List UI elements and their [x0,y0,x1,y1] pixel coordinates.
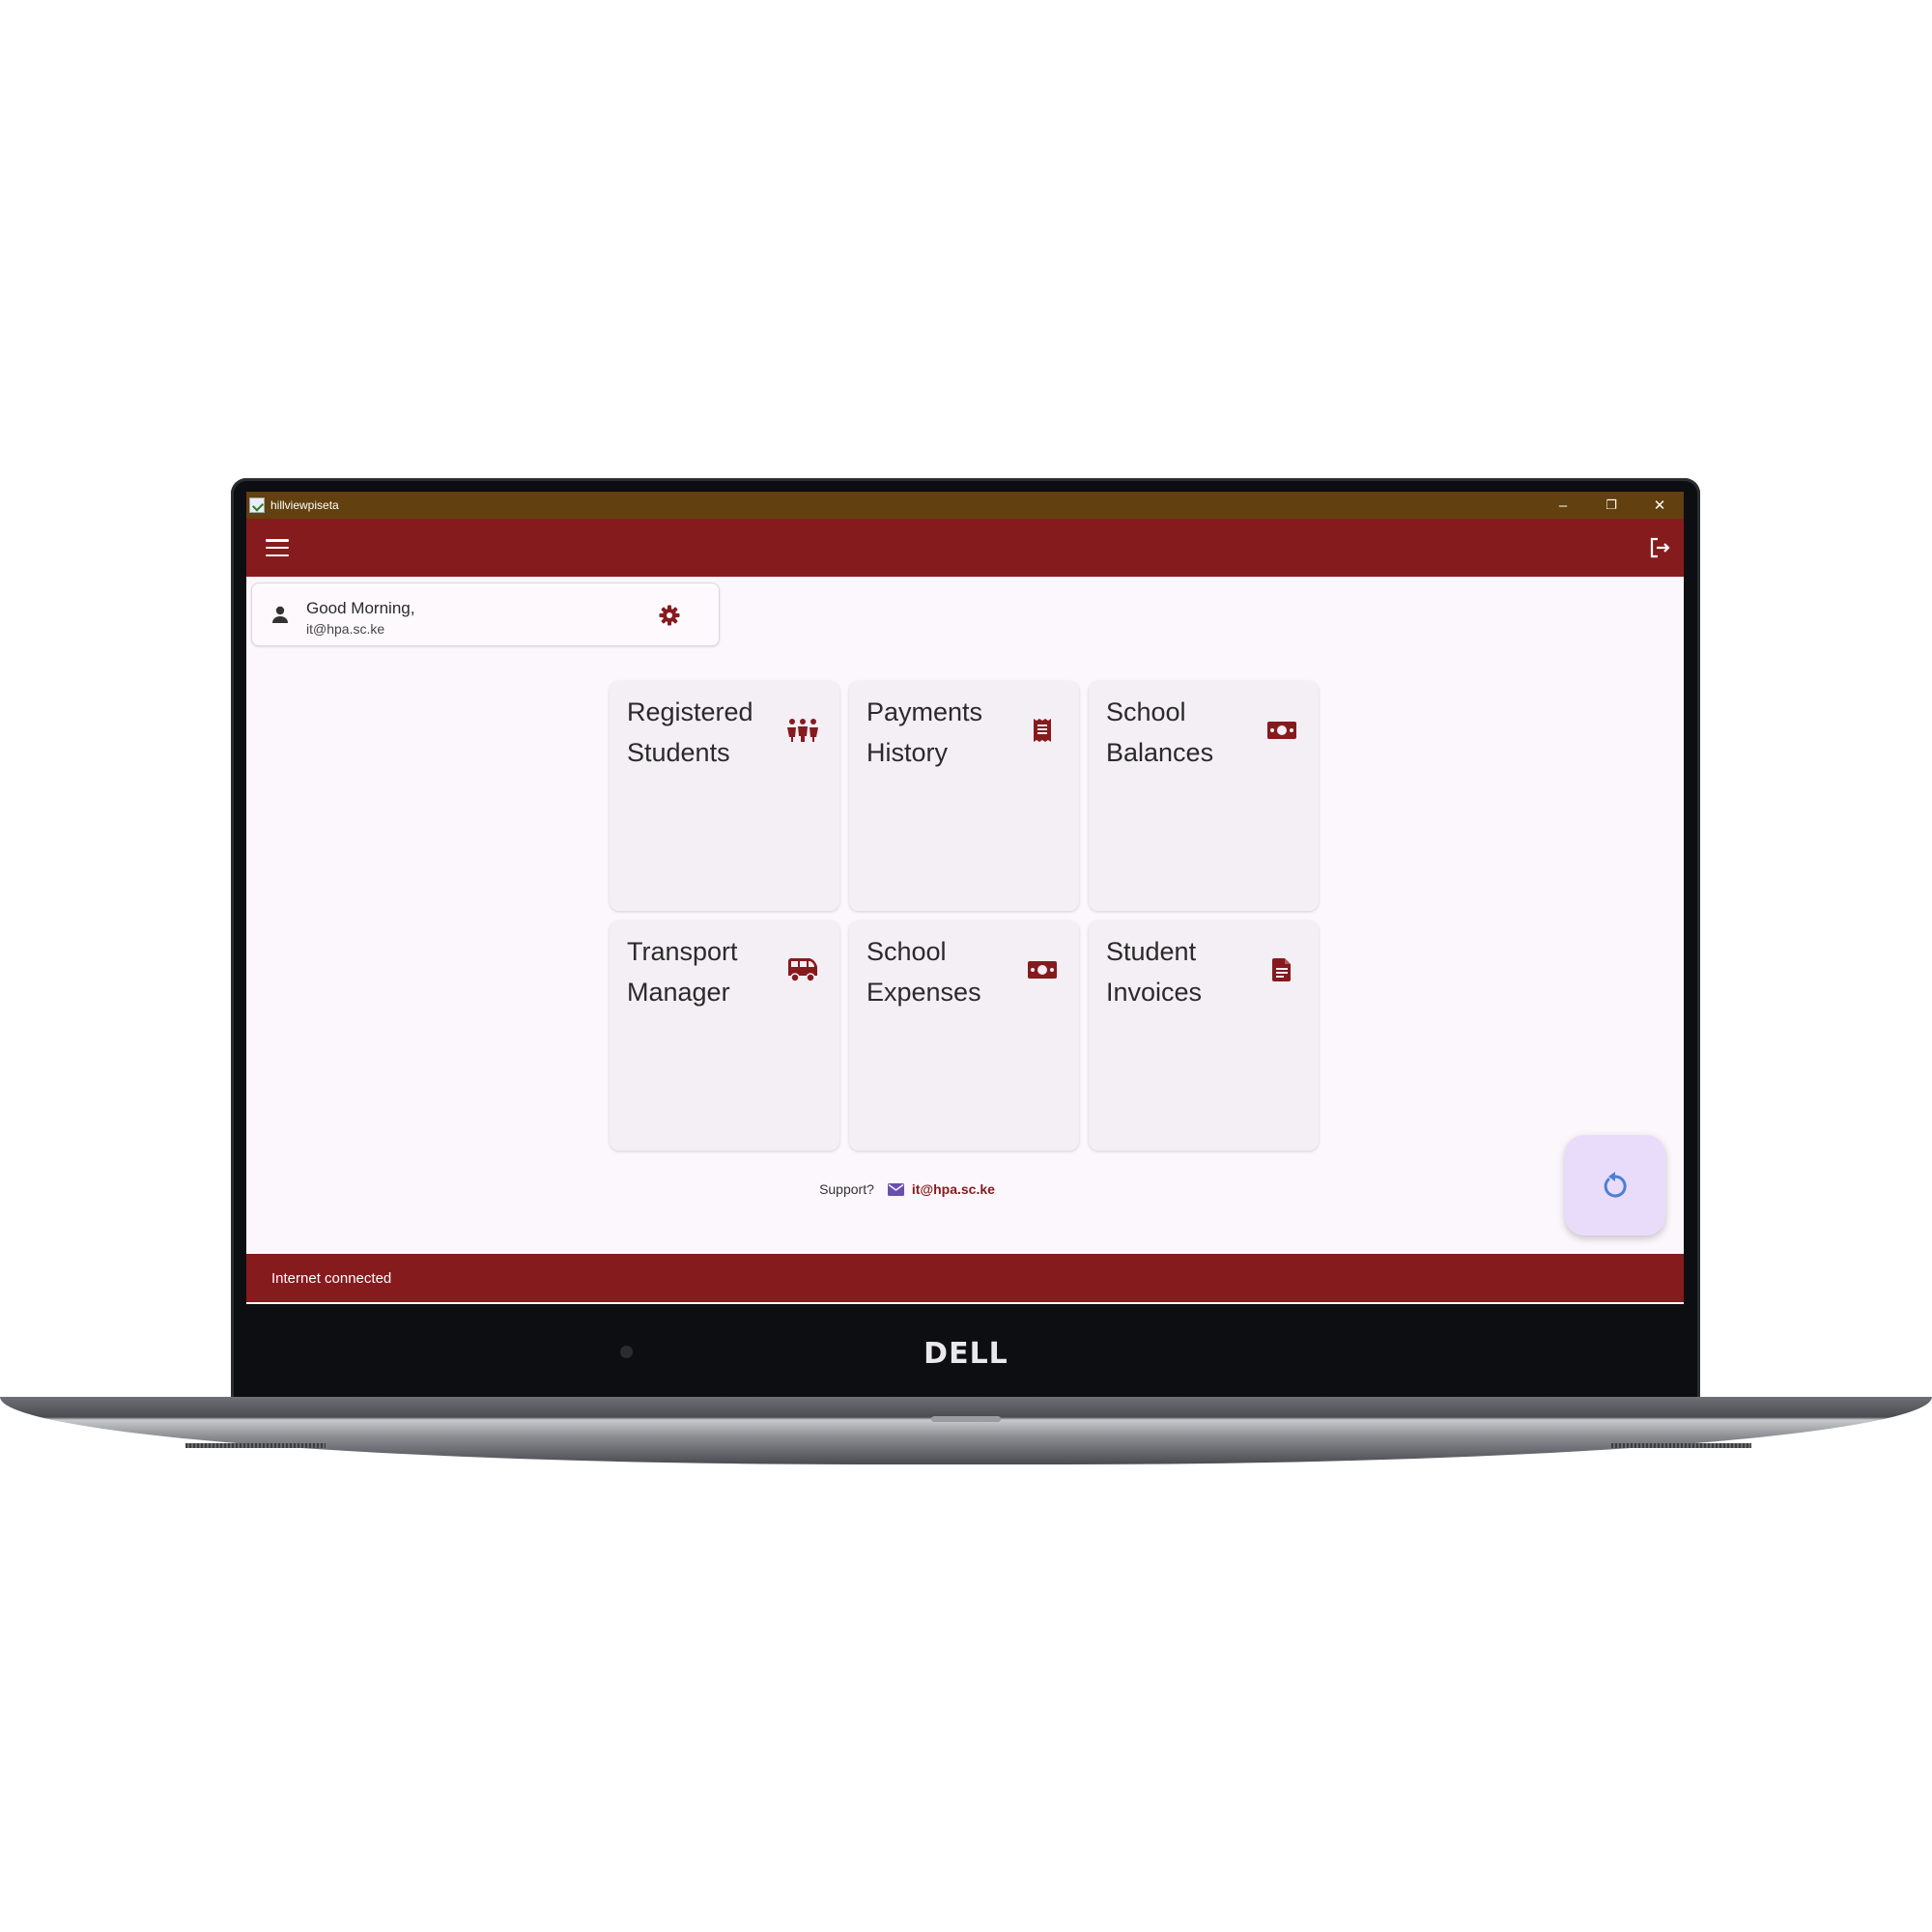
refresh-button[interactable] [1565,1135,1665,1236]
tile-school-expenses[interactable]: School Expenses [849,921,1079,1151]
person-icon [270,605,290,624]
support-email-link[interactable]: it@hpa.sc.ke [912,1181,995,1197]
greeting-message: Good Morning, [306,599,415,617]
app-bar [246,519,1684,577]
support-line: Support? it@hpa.sc.ke [246,1181,1626,1197]
app-icon [249,497,265,513]
money-bill-icon [1264,716,1299,745]
hamburger-menu-icon[interactable] [266,539,289,556]
window-title: hillviewpiseta [270,498,339,512]
speaker-grille-right [1611,1443,1751,1448]
window-titlebar: hillviewpiseta – ❐ ✕ [246,492,1684,519]
receipt-icon [1025,716,1060,745]
gear-icon[interactable] [658,604,681,627]
tile-label: Transport Manager [627,937,738,1007]
laptop-notch [931,1416,1001,1422]
tile-payments-history[interactable]: Payments History [849,681,1079,911]
window-controls: – ❐ ✕ [1539,492,1684,519]
tile-student-invoices[interactable]: Student Invoices [1089,921,1319,1151]
close-button[interactable]: ✕ [1635,492,1684,519]
speaker-grille-left [185,1443,326,1448]
mail-icon [887,1182,904,1196]
webcam [620,1346,633,1358]
tile-label: School Expenses [867,937,981,1007]
refresh-icon [1600,1170,1631,1201]
logout-icon[interactable] [1645,533,1674,562]
user-email: it@hpa.sc.ke [306,621,385,637]
maximize-button[interactable]: ❐ [1587,492,1635,519]
tile-registered-students[interactable]: Registered Students [610,681,839,911]
tile-label: School Balances [1106,697,1214,767]
dashboard-tiles: Registered Students Payments History Sch… [610,681,1320,1151]
app-window: hillviewpiseta – ❐ ✕ Good Morning, it@hp [246,492,1684,1304]
dell-logo: DELL [923,1337,1009,1371]
laptop-base [0,1397,1932,1464]
status-bar: Internet connected [246,1254,1684,1302]
tile-label: Student Invoices [1106,937,1203,1007]
invoice-icon [1264,955,1299,984]
tile-transport-manager[interactable]: Transport Manager [610,921,839,1151]
minimize-button[interactable]: – [1539,492,1587,519]
money-bill-icon [1025,955,1060,984]
greeting-card: Good Morning, it@hpa.sc.ke [251,582,720,646]
tile-label: Registered Students [627,697,753,767]
greeting-text: Good Morning, it@hpa.sc.ke [306,598,414,639]
bus-icon [785,955,820,984]
tile-label: Payments History [867,697,983,767]
tile-school-balances[interactable]: School Balances [1089,681,1319,911]
support-label: Support? [819,1181,874,1197]
connection-status: Internet connected [271,1269,392,1287]
group-icon [785,716,820,745]
